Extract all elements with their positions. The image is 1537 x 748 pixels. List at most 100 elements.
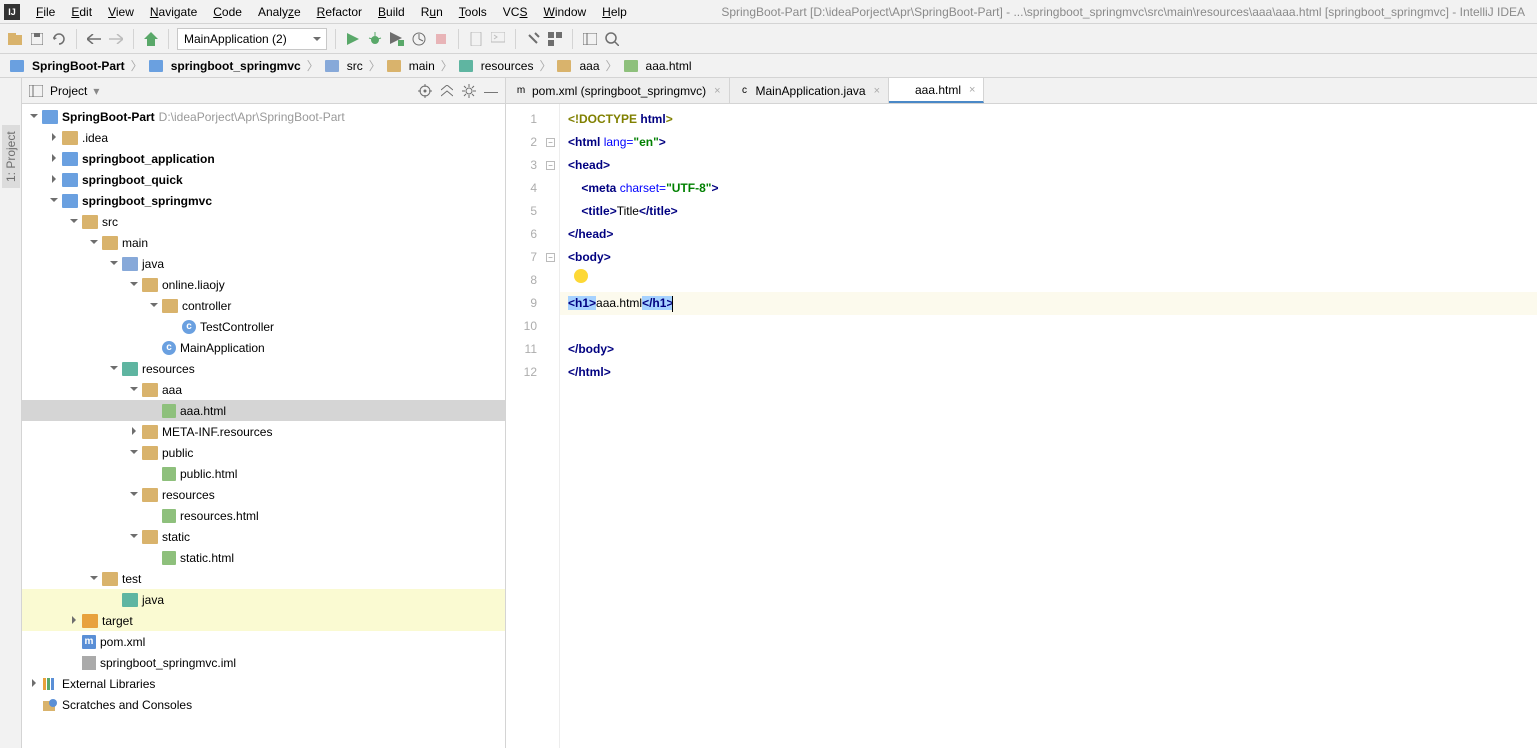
crumb-file[interactable]: aaa.html — [620, 59, 696, 73]
profile-icon[interactable] — [410, 30, 428, 48]
ide-icon[interactable] — [581, 30, 599, 48]
crumb-src[interactable]: src — [321, 59, 367, 73]
code-content[interactable]: <!DOCTYPE html> <html lang="en"> <head> … — [560, 104, 1537, 748]
menu-window[interactable]: Window — [535, 5, 594, 19]
tree-meta[interactable]: META-INF.resources — [22, 421, 505, 442]
line-num: 8 — [506, 269, 559, 292]
close-icon[interactable]: × — [714, 85, 720, 97]
menu-build[interactable]: Build — [370, 5, 413, 19]
tree-scratch[interactable]: Scratches and Consoles — [22, 694, 505, 715]
tree-static[interactable]: static — [22, 526, 505, 547]
menu-tools[interactable]: Tools — [451, 5, 495, 19]
open-icon[interactable] — [6, 30, 24, 48]
forward-icon[interactable] — [107, 30, 125, 48]
module-icon — [10, 60, 24, 72]
project-tool-window: Project ▾ — SpringBoot-PartD:\ideaPorjec… — [22, 78, 506, 748]
tree-root[interactable]: SpringBoot-PartD:\ideaPorject\Apr\Spring… — [22, 106, 505, 127]
tree-res[interactable]: resources — [22, 358, 505, 379]
locate-icon[interactable] — [417, 83, 433, 99]
tree-aaa[interactable]: aaa — [22, 379, 505, 400]
collapse-icon[interactable] — [439, 83, 455, 99]
dropdown-icon[interactable]: ▾ — [93, 84, 99, 98]
code-line: <html lang="en"> — [560, 131, 1537, 154]
menu-run[interactable]: Run — [413, 5, 451, 19]
folder-icon — [102, 236, 118, 250]
project-tree[interactable]: SpringBoot-PartD:\ideaPorject\Apr\Spring… — [22, 104, 505, 748]
package-icon — [162, 299, 178, 313]
module-icon — [62, 152, 78, 166]
tree-app[interactable]: springboot_application — [22, 148, 505, 169]
crumb-root[interactable]: SpringBoot-Part — [6, 59, 129, 73]
sdk-icon[interactable] — [489, 30, 507, 48]
crumb-aaa[interactable]: aaa — [553, 59, 603, 73]
line-gutter: 1 2− 3− 4 5 6 7− 8 9 10 11 12 — [506, 104, 560, 748]
project-title[interactable]: Project — [50, 84, 87, 98]
search-everywhere-icon[interactable] — [603, 30, 621, 48]
gear-icon[interactable] — [461, 83, 477, 99]
crumb-module[interactable]: springboot_springmvc — [145, 59, 305, 73]
menu-vcs[interactable]: VCS — [495, 5, 536, 19]
tree-resfolder[interactable]: resources — [22, 484, 505, 505]
src-folder-icon — [122, 257, 138, 271]
tree-pkg[interactable]: online.liaojy — [22, 274, 505, 295]
tree-ctrl[interactable]: controller — [22, 295, 505, 316]
menu-view[interactable]: View — [100, 5, 142, 19]
menu-code[interactable]: Code — [205, 5, 250, 19]
crumb-res[interactable]: resources — [455, 59, 538, 73]
menu-edit[interactable]: Edit — [63, 5, 100, 19]
tree-idea[interactable]: .idea — [22, 127, 505, 148]
save-icon[interactable] — [28, 30, 46, 48]
tree-aaahtml[interactable]: aaa.html — [22, 400, 505, 421]
tree-publichtml[interactable]: public.html — [22, 463, 505, 484]
tree-statichtml[interactable]: static.html — [22, 547, 505, 568]
tree-reshtml[interactable]: resources.html — [22, 505, 505, 526]
menu-analyze[interactable]: Analyze — [250, 5, 309, 19]
tab-aaahtml[interactable]: aaa.html× — [889, 78, 984, 103]
code-editor[interactable]: 1 2− 3− 4 5 6 7− 8 9 10 11 12 <!DOCTYPE … — [506, 104, 1537, 748]
project-structure-icon[interactable] — [546, 30, 564, 48]
tree-tc[interactable]: cTestController — [22, 316, 505, 337]
back-icon[interactable] — [85, 30, 103, 48]
run-icon[interactable] — [344, 30, 362, 48]
tree-src[interactable]: src — [22, 211, 505, 232]
hide-icon[interactable]: — — [483, 83, 499, 99]
close-icon[interactable]: × — [969, 84, 975, 96]
folder-icon — [142, 446, 158, 460]
coverage-icon[interactable] — [388, 30, 406, 48]
avd-icon[interactable] — [467, 30, 485, 48]
tab-pom[interactable]: mpom.xml (springboot_springmvc)× — [506, 78, 730, 103]
stop-icon[interactable] — [432, 30, 450, 48]
tree-test[interactable]: test — [22, 568, 505, 589]
menu-refactor[interactable]: Refactor — [309, 5, 370, 19]
settings-icon[interactable] — [524, 30, 542, 48]
project-tool-button[interactable]: 1: Project — [2, 125, 20, 188]
tree-testjava[interactable]: java — [22, 589, 505, 610]
tree-ext[interactable]: External Libraries — [22, 673, 505, 694]
app-logo-icon: IJ — [4, 4, 20, 20]
caret — [672, 296, 673, 312]
tree-iml[interactable]: springboot_springmvc.iml — [22, 652, 505, 673]
menu-file[interactable]: File — [28, 5, 63, 19]
tree-mvc[interactable]: springboot_springmvc — [22, 190, 505, 211]
debug-icon[interactable] — [366, 30, 384, 48]
intention-bulb-icon[interactable] — [574, 269, 588, 283]
crumb-main[interactable]: main — [383, 59, 439, 73]
folder-icon — [62, 131, 78, 145]
tree-java[interactable]: java — [22, 253, 505, 274]
tree-mainapp[interactable]: cMainApplication — [22, 337, 505, 358]
close-icon[interactable]: × — [874, 85, 880, 97]
line-num: 12 — [506, 361, 559, 384]
tree-quick[interactable]: springboot_quick — [22, 169, 505, 190]
sync-icon[interactable] — [50, 30, 68, 48]
tree-pom[interactable]: mpom.xml — [22, 631, 505, 652]
tree-main[interactable]: main — [22, 232, 505, 253]
package-icon — [142, 278, 158, 292]
tab-mainapp[interactable]: cMainApplication.java× — [730, 78, 890, 103]
menu-help[interactable]: Help — [594, 5, 635, 19]
run-config-combo[interactable]: MainApplication (2) — [177, 28, 327, 50]
build-icon[interactable] — [142, 30, 160, 48]
menu-navigate[interactable]: Navigate — [142, 5, 205, 19]
tree-public[interactable]: public — [22, 442, 505, 463]
html-file-icon — [162, 467, 176, 481]
tree-target[interactable]: target — [22, 610, 505, 631]
